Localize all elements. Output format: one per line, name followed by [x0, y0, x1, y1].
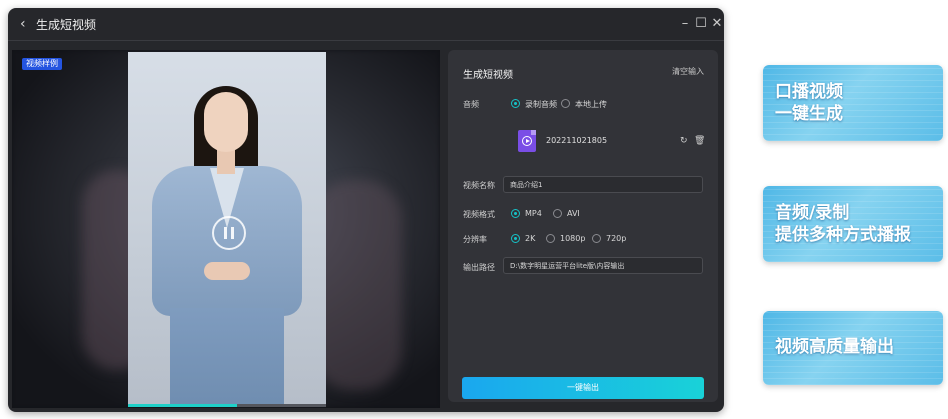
close-icon[interactable]: ✕	[710, 17, 724, 31]
promo-2-line-1: 音频/录制	[775, 203, 850, 223]
promo-1-line-1: 口播视频	[775, 82, 843, 102]
video-name-label: 视频名称	[463, 181, 495, 190]
radio-720p[interactable]	[592, 234, 601, 243]
option-720p[interactable]: 720p	[606, 234, 626, 243]
output-path-label: 输出路径	[463, 263, 495, 272]
video-preview[interactable]: 视频样例	[12, 50, 440, 408]
radio-mp4[interactable]	[511, 209, 520, 218]
promo-1-line-2: 一键生成	[775, 104, 843, 124]
radio-record-audio[interactable]	[511, 99, 520, 108]
option-2k[interactable]: 2K	[525, 234, 535, 243]
progress-fill	[128, 404, 237, 407]
title-bar: ‹ 生成短视频 – ☐ ✕	[8, 8, 724, 41]
option-avi[interactable]: AVI	[567, 209, 580, 218]
option-1080p[interactable]: 1080p	[560, 234, 585, 243]
audio-file-name: 202211021805	[546, 136, 608, 145]
promo-card-2: 音频/录制 提供多种方式播报	[763, 186, 943, 262]
panel-title: 生成短视频	[463, 70, 513, 81]
option-local-upload[interactable]: 本地上传	[575, 99, 607, 110]
trash-icon[interactable]: 🗑	[694, 136, 705, 146]
video-frame[interactable]	[128, 52, 326, 404]
format-label: 视频格式	[463, 210, 495, 219]
app-window: ‹ 生成短视频 – ☐ ✕ 视频样例 生成短视频 清空输入 音频 录制音频 本地…	[8, 8, 724, 412]
audio-file-icon	[518, 130, 536, 152]
output-path-input[interactable]: D:\数字明星运营平台lite版\内容输出	[503, 257, 703, 274]
presenter-skirt	[170, 308, 284, 404]
minimize-icon[interactable]: –	[678, 17, 692, 31]
pause-icon[interactable]	[212, 216, 246, 250]
video-name-input[interactable]: 商品介绍1	[503, 176, 703, 193]
presenter-hands	[204, 262, 250, 280]
option-mp4[interactable]: MP4	[525, 209, 542, 218]
radio-2k[interactable]	[511, 234, 520, 243]
radio-local-upload[interactable]	[561, 99, 570, 108]
radio-1080p[interactable]	[546, 234, 555, 243]
maximize-icon[interactable]: ☐	[694, 17, 708, 31]
promo-card-3: 视频高质量输出	[763, 311, 943, 385]
promo-2-line-2: 提供多种方式播报	[775, 225, 911, 245]
export-button[interactable]: 一键输出	[462, 377, 704, 399]
clear-input-link[interactable]: 清空输入	[672, 66, 704, 77]
refresh-icon[interactable]: ↻	[680, 136, 688, 146]
radio-avi[interactable]	[553, 209, 562, 218]
chevron-left-icon[interactable]: ‹	[20, 17, 34, 31]
promo-card-1: 口播视频 一键生成	[763, 65, 943, 141]
window-title: 生成短视频	[36, 18, 97, 32]
playback-progress[interactable]	[128, 404, 326, 407]
settings-panel: 生成短视频 清空输入 音频 录制音频 本地上传 202211021805 ↻ 🗑…	[448, 50, 718, 402]
promo-3-line-1: 视频高质量输出	[775, 337, 894, 357]
resolution-label: 分辨率	[463, 235, 487, 244]
presenter-face	[204, 92, 248, 152]
option-record-audio[interactable]: 录制音频	[525, 99, 557, 110]
audio-label: 音频	[463, 100, 479, 109]
sample-badge: 视频样例	[22, 58, 62, 70]
